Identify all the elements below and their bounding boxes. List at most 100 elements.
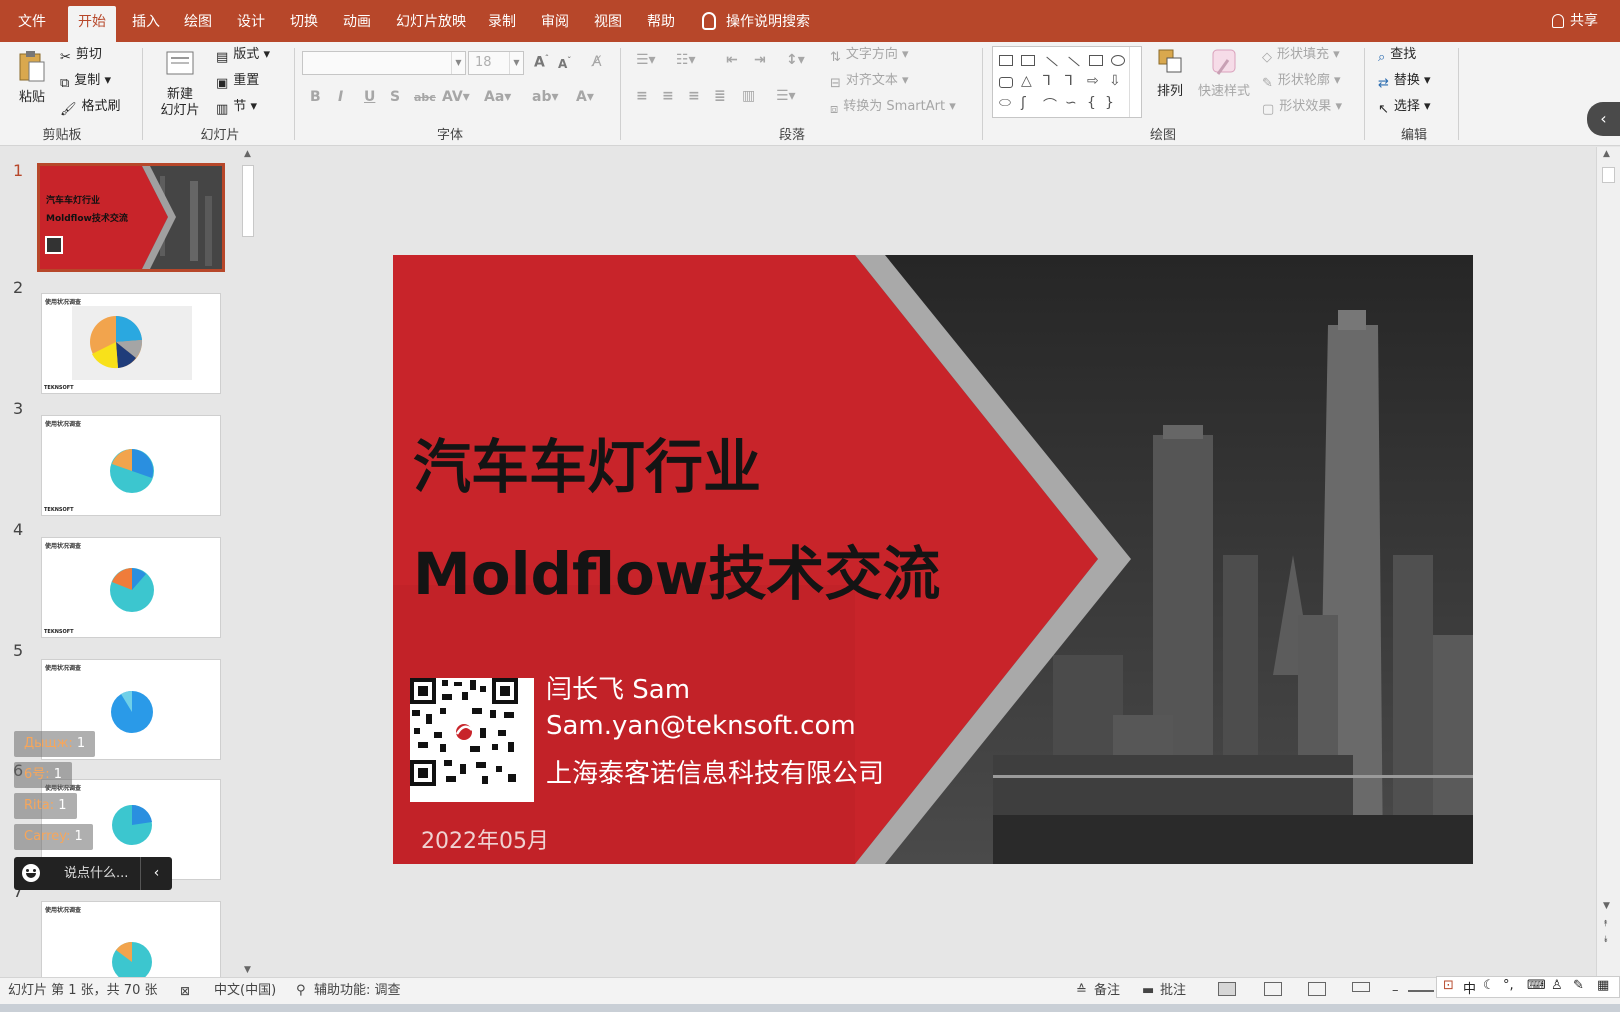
current-slide[interactable]: 汽车车灯行业 Moldflow技术交流 闫长飞 Sam Sam.yan@tekn… [393, 255, 1473, 864]
select-button[interactable]: ↖ 选择 ▾ [1378, 96, 1431, 118]
decrease-font-icon[interactable]: Aˇ [558, 56, 571, 71]
ime-grid-icon[interactable]: ▦ [1597, 978, 1609, 993]
ime-punct-icon[interactable]: °, [1503, 978, 1514, 993]
strikethrough-icon[interactable]: abc [414, 91, 436, 104]
line-spacing-icon[interactable]: ↕▾ [786, 52, 805, 68]
arrange-button[interactable]: 排列 [1152, 46, 1188, 100]
keyboard-icon[interactable]: ⌨ [1527, 978, 1546, 993]
replace-button[interactable]: ⇄ 替换 ▾ [1378, 70, 1431, 92]
scroll-down-icon[interactable]: ▼ [1603, 901, 1610, 911]
thumbnail-slide-2[interactable]: 使用状况调查 TEKNSOFT [41, 293, 221, 394]
notes-icon[interactable]: ≙ [1076, 978, 1087, 1004]
smartart-button[interactable]: ⧈ 转换为 SmartArt ▾ [830, 96, 956, 118]
font-color-icon[interactable]: A▾ [576, 89, 594, 105]
shape-effects-button[interactable]: ▢ 形状效果 ▾ [1262, 96, 1342, 118]
rectangle-shape-icon[interactable] [1089, 55, 1103, 66]
tab-insert[interactable]: 插入 [122, 0, 170, 42]
slide-title-line1[interactable]: 汽车车灯行业 [413, 420, 761, 504]
thumbnail-slide-7[interactable]: 使用状况调查 [41, 901, 221, 977]
align-center-icon[interactable]: ≡ [662, 88, 674, 104]
zoom-out-icon[interactable]: – [1392, 978, 1399, 1004]
ime-tools-icon[interactable]: ✎ [1573, 978, 1584, 993]
chat-input-bar[interactable]: 说点什么... ‹ [14, 857, 172, 890]
accessibility-icon[interactable]: ⚲ [296, 978, 306, 1004]
ime-toolbar[interactable]: ⊡ 中 ☾ °, ⌨ ♙ ✎ ▦ [1436, 976, 1620, 998]
new-slide-button[interactable]: 新建 幻灯片 [152, 48, 208, 119]
shapes-gallery[interactable]: △ ⅂ ⅂ ⇨ ⇩ ⬭ ʃ ⌒ ∽ { } [992, 46, 1142, 118]
scroll-down-icon[interactable]: ▼ [244, 965, 251, 975]
ime-logo-icon[interactable]: ⊡ [1443, 978, 1454, 993]
section-button[interactable]: ▥ 节 ▾ [216, 96, 257, 118]
emoji-icon[interactable] [22, 864, 40, 882]
chevron-left-icon[interactable]: ‹ [140, 857, 172, 890]
italic-icon[interactable]: I [338, 89, 343, 105]
scroll-thumb[interactable] [1602, 167, 1615, 183]
prev-slide-icon[interactable]: ⯭ [1603, 919, 1608, 929]
right-arrow-shape-icon[interactable]: ⇨ [1087, 73, 1099, 89]
change-case-icon[interactable]: Aa▾ [484, 89, 511, 105]
thumbnails-scrollbar[interactable]: ▲ ▼ [240, 147, 256, 977]
down-arrow-shape-icon[interactable]: ⇩ [1109, 73, 1121, 89]
reset-button[interactable]: ▣ 重置 [216, 70, 259, 92]
tab-home[interactable]: 开始 [68, 6, 116, 42]
vertical-textbox-shape-icon[interactable] [1021, 55, 1035, 66]
font-size-combo[interactable]: 18 ▼ [468, 51, 524, 75]
align-right-icon[interactable]: ≡ [688, 88, 700, 104]
scroll-thumb[interactable] [242, 165, 254, 237]
freeform-shape-icon[interactable]: ʃ [1021, 95, 1026, 111]
quick-styles-button[interactable]: 快速样式 [1196, 46, 1252, 100]
chat-input-placeholder[interactable]: 说点什么... [64, 857, 128, 890]
tab-file[interactable]: 文件 [8, 0, 56, 42]
align-text-button[interactable]: ⊟ 对齐文本 ▾ [830, 70, 909, 92]
comments-button[interactable]: 批注 [1160, 978, 1186, 1004]
slide-date[interactable]: 2022年05月 [421, 823, 549, 855]
thumbnail-slide-4[interactable]: 使用状况调查 TEKNSOFT [41, 537, 221, 638]
tab-help[interactable]: 帮助 [637, 0, 685, 42]
ime-user-icon[interactable]: ♙ [1551, 978, 1563, 993]
curve-shape-icon[interactable]: ∽ [1065, 95, 1077, 111]
textbox-shape-icon[interactable] [999, 55, 1013, 66]
bullets-icon[interactable]: ☰▾ [636, 52, 656, 68]
oval-shape-icon[interactable] [1111, 55, 1125, 66]
columns-icon[interactable]: ▥ [742, 88, 755, 104]
slide-title-line2[interactable]: Moldflow技术交流 [413, 527, 940, 611]
tab-review[interactable]: 审阅 [531, 0, 579, 42]
slideshow-view-icon[interactable] [1352, 982, 1370, 992]
decrease-indent-icon[interactable]: ⇤ [726, 52, 738, 68]
comments-icon[interactable]: ▬ [1142, 978, 1154, 1004]
tab-transitions[interactable]: 切换 [280, 0, 328, 42]
slide-sorter-icon[interactable] [1264, 982, 1282, 996]
cut-button[interactable]: ✂ 剪切 [60, 44, 102, 66]
thumbnail-slide-3[interactable]: 使用状况调查 TEKNSOFT [41, 415, 221, 516]
arrow-line-shape-icon[interactable] [1068, 56, 1080, 67]
ime-mode[interactable]: 中 [1463, 978, 1476, 997]
rounded-rect-shape-icon[interactable] [999, 77, 1013, 88]
arc-shape-icon[interactable]: ⌒ [1043, 95, 1057, 115]
ime-moon-icon[interactable]: ☾ [1483, 978, 1495, 993]
line-shape-icon[interactable] [1046, 56, 1058, 67]
bold-icon[interactable]: B [310, 89, 321, 105]
increase-font-icon[interactable]: Aˆ [534, 54, 549, 71]
text-direction-button[interactable]: ⇅ 文字方向 ▾ [830, 44, 909, 66]
tab-slideshow[interactable]: 幻灯片放映 [386, 0, 476, 42]
shape-outline-button[interactable]: ✎ 形状轮廓 ▾ [1262, 70, 1341, 92]
format-painter-button[interactable]: 🖌 格式刷 [60, 96, 121, 118]
align-left-icon[interactable]: ≡ [636, 88, 648, 104]
pane-collapse-button[interactable]: ‹ [1587, 102, 1620, 136]
share-button[interactable]: 共享 [1552, 0, 1598, 42]
right-brace-shape-icon[interactable]: } [1105, 95, 1114, 111]
underline-icon[interactable]: U [364, 89, 375, 105]
slide-thumbnails-pane[interactable]: 1 汽车车灯行业 Moldflow技术交流 2 使用状况调查 TEKNSOFT … [0, 147, 238, 977]
tell-me-search[interactable]: 操作说明搜索 [702, 0, 810, 42]
slide-editor[interactable]: 汽车车灯行业 Moldflow技术交流 闫长飞 Sam Sam.yan@tekn… [256, 147, 1596, 977]
accessibility-status[interactable]: 辅助功能: 调查 [314, 978, 401, 1004]
para-options-icon[interactable]: ☰▾ [776, 88, 796, 104]
thumbnail-slide-1[interactable]: 汽车车灯行业 Moldflow技术交流 [37, 163, 225, 272]
callout-shape-icon[interactable]: ⬭ [999, 95, 1011, 111]
next-slide-icon[interactable]: ⯯ [1603, 935, 1608, 945]
elbow-connector-icon[interactable]: ⅂ [1043, 73, 1051, 89]
presenter-email[interactable]: Sam.yan@teknsoft.com [546, 711, 856, 741]
font-name-combo[interactable]: ▼ [302, 51, 466, 75]
company-name[interactable]: 上海泰客诺信息科技有限公司 [546, 753, 884, 790]
justify-icon[interactable]: ≣ [714, 88, 726, 104]
